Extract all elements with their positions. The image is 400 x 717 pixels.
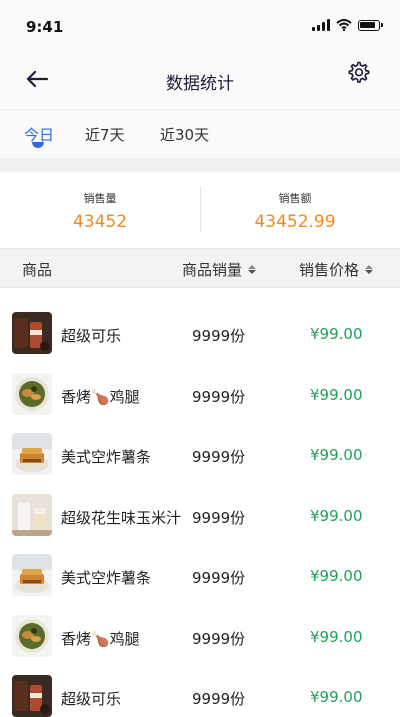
sales-count-value: 43452 — [72, 212, 128, 232]
product-name: 超级花生味玉米汁 — [61, 508, 182, 527]
sales-amount-block: 销售额 43452.99 — [195, 172, 395, 248]
product-image — [12, 675, 52, 717]
sort-icon — [248, 265, 257, 274]
header-price-sort[interactable]: 销售价格 — [299, 259, 374, 280]
table-row[interactable]: 香烤🍗鸡腿 9999份 ¥99.00 — [0, 349, 400, 415]
product-price: ¥99.00 — [310, 325, 363, 343]
period-tabs: 今日 近7天 近30天 — [0, 110, 400, 158]
section-divider — [0, 158, 400, 172]
header-quantity-sort[interactable]: 商品销量 — [182, 259, 257, 280]
product-price: ¥99.00 — [310, 567, 363, 585]
settings-gear-icon — [348, 61, 370, 83]
product-quantity: 9999份 — [192, 508, 246, 527]
product-price: ¥99.00 — [310, 385, 363, 404]
product-name: 香烤🍗鸡腿 — [61, 629, 140, 648]
product-quantity: 9999份 — [192, 327, 246, 345]
wifi-icon — [336, 19, 352, 31]
sales-amount-label: 销售额 — [278, 192, 312, 205]
sort-icon — [365, 265, 374, 274]
product-name: 超级可乐 — [61, 690, 122, 708]
header-quantity-label: 商品销量 — [182, 261, 243, 279]
sales-count-block: 销售量 43452 — [0, 172, 200, 248]
table-row[interactable]: 超级可乐 9999份 ¥99.00 — [0, 288, 400, 354]
product-price: ¥99.00 — [310, 627, 363, 646]
sales-count-label: 销售量 — [83, 192, 117, 205]
table-row[interactable]: 超级可乐 9999份 ¥99.00 — [0, 651, 400, 717]
table-header: 商品 商品销量 销售价格 — [0, 248, 400, 288]
header-product: 商品 — [22, 259, 52, 280]
page-title: 数据统计 — [166, 74, 234, 94]
status-icons — [312, 19, 383, 31]
nav-bar: 数据统计 — [0, 50, 400, 110]
sales-summary: 销售量 43452 销售额 43452.99 — [0, 172, 400, 248]
product-quantity: 9999份 — [192, 387, 246, 406]
product-list: 超级可乐 9999份 ¥99.00 香烤🍗鸡腿 9999份 ¥99.00 美式空炸薯条 999… — [0, 288, 400, 717]
table-row[interactable]: 美式空炸薯条 9999份 ¥99.00 — [0, 409, 400, 475]
table-row[interactable]: 香烤🍗鸡腿 9999份 ¥99.00 — [0, 591, 400, 657]
status-time: 9:41 — [26, 18, 64, 36]
product-name: 香烤🍗鸡腿 — [61, 387, 140, 406]
table-row[interactable]: 美式空炸薯条 9999份 ¥99.00 — [0, 530, 400, 596]
product-price: ¥99.00 — [310, 688, 363, 706]
header-product-label: 商品 — [22, 261, 53, 279]
product-quantity: 9999份 — [192, 448, 246, 466]
tab-30-days[interactable]: 近30天 — [160, 124, 209, 145]
product-quantity: 9999份 — [192, 690, 246, 708]
product-name: 美式空炸薯条 — [61, 448, 152, 466]
status-bar: 9:41 — [0, 0, 400, 50]
product-price: ¥99.00 — [310, 446, 363, 464]
product-name: 超级可乐 — [61, 327, 122, 345]
settings-button[interactable] — [346, 59, 372, 85]
header-price-label: 销售价格 — [299, 261, 360, 279]
battery-icon — [358, 19, 383, 31]
sales-amount-value: 43452.99 — [254, 212, 336, 232]
table-row[interactable]: 超级花生味玉米汁 9999份 ¥99.00 — [0, 470, 400, 536]
product-quantity: 9999份 — [192, 629, 246, 648]
product-name: 美式空炸薯条 — [61, 569, 152, 587]
tab-7-days[interactable]: 近7天 — [85, 124, 125, 145]
signal-icon — [312, 19, 330, 31]
product-price: ¥99.00 — [310, 506, 363, 525]
product-quantity: 9999份 — [192, 569, 246, 587]
